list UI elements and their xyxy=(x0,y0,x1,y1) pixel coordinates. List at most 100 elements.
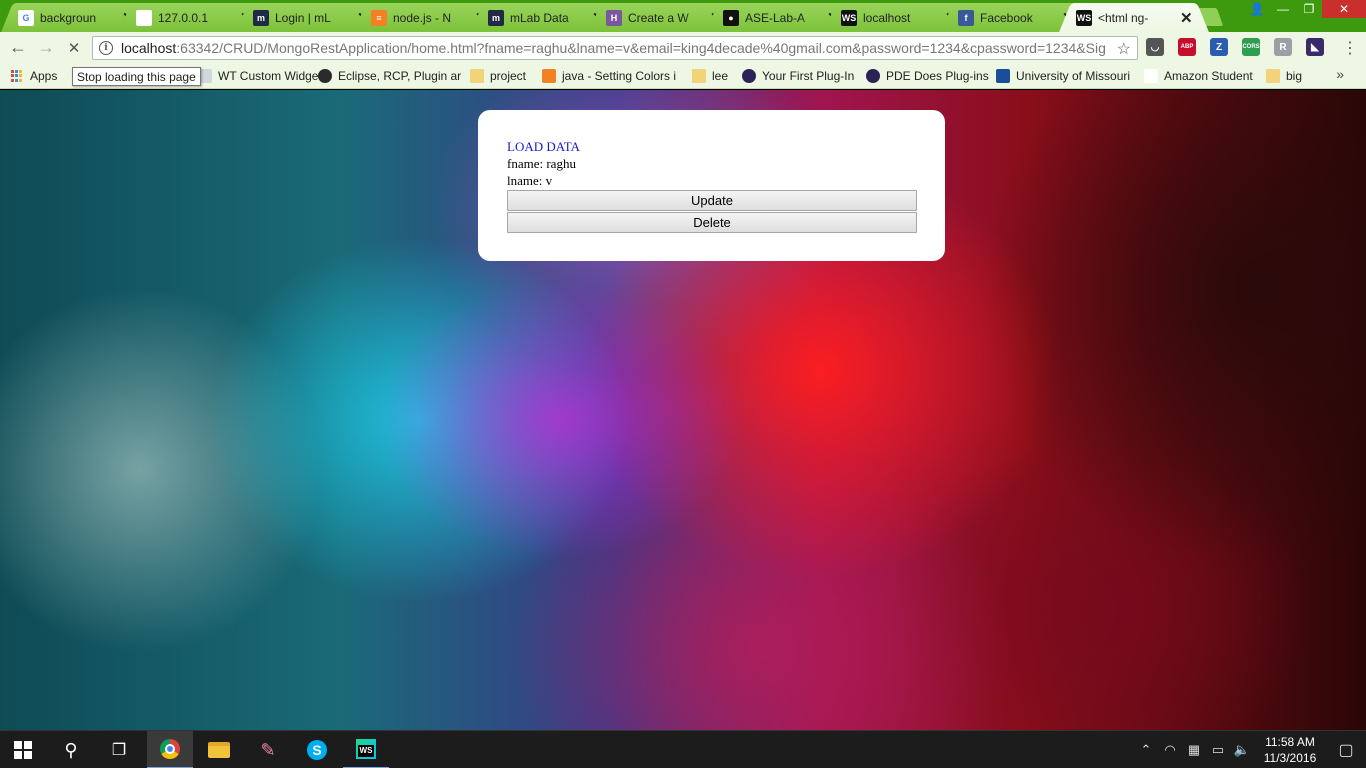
stop-loading-button[interactable]: ✕ xyxy=(60,34,88,62)
apps-grid-icon xyxy=(10,69,24,83)
tab-close-icon[interactable]: ✕ xyxy=(1180,9,1193,27)
zotero-icon[interactable]: Z xyxy=(1210,38,1228,56)
clock[interactable]: 11:58 AM 11/3/2016 xyxy=(1254,734,1326,766)
facebook-icon: f xyxy=(958,9,974,26)
webstorm-icon: WS xyxy=(356,739,376,759)
tab-title: ASE-Lab-A xyxy=(745,10,806,25)
bookmark-9[interactable]: Amazon Student xyxy=(1144,67,1253,85)
system-tray: ⌃ ◠ ▦ ▭ 🔈 11:58 AM 11/3/2016 ▢ xyxy=(1134,731,1366,768)
tab-title: Facebook xyxy=(980,10,1033,25)
address-bar[interactable]: i localhost:63342/CRUD/MongoRestApplicat… xyxy=(92,36,1138,60)
bookmarks-bar: Apps WT Custom Widgets Eclipse, RCP, Plugi… xyxy=(0,63,1366,89)
bookmark-label: Apps xyxy=(30,69,58,83)
bookmark-8[interactable]: University of Missouri xyxy=(996,67,1130,85)
minimize-button[interactable]: — xyxy=(1270,0,1296,18)
bookmark-4[interactable]: java - Setting Colors i xyxy=(542,67,676,85)
tab-strip: Gbackgroun✕ 127.0.0.1 ✕ m Login | mL ✕ ≡ node.j… xyxy=(0,0,1366,32)
window-controls: 👤 — ❐ ✕ xyxy=(1244,0,1366,20)
pocket-icon[interactable]: ◡ xyxy=(1146,38,1164,56)
folder-icon xyxy=(208,742,230,758)
chrome-menu-icon[interactable]: ⋮ xyxy=(1342,38,1358,58)
search-icon[interactable]: ⚲ xyxy=(48,731,94,768)
fname-text: fname: raghu xyxy=(507,156,576,171)
app-tray-icon[interactable]: ▦ xyxy=(1182,742,1206,758)
bookmark-label: project xyxy=(490,69,527,83)
url-text[interactable]: localhost:63342/CRUD/MongoRestApplicatio… xyxy=(121,40,1111,56)
paint-icon[interactable]: ✎ xyxy=(245,731,291,768)
tab-6[interactable]: ●ASE-Lab-A✕ xyxy=(719,3,843,32)
bookmark-6[interactable]: Your First Plug-In xyxy=(742,67,854,85)
tab-8[interactable]: fFacebook✕ xyxy=(954,3,1078,32)
notification-icon[interactable]: ▢ xyxy=(1326,731,1366,768)
tab-9[interactable]: WS <html ng- ✕ xyxy=(1071,3,1196,32)
bookmark-0[interactable]: Apps xyxy=(10,67,57,85)
bookmarks-overflow-button[interactable]: » xyxy=(1336,66,1344,82)
eclipse-icon xyxy=(318,69,332,83)
tab-4[interactable]: mmLab Data✕ xyxy=(484,3,608,32)
bookmark-3[interactable]: project xyxy=(470,67,526,85)
google-icon: G xyxy=(18,9,34,26)
tab-title: Create a W xyxy=(627,10,689,25)
bookmark-10[interactable]: big xyxy=(1266,67,1302,85)
taskbar-skype[interactable]: S xyxy=(294,731,340,768)
maximize-button[interactable]: ❐ xyxy=(1296,0,1322,18)
close-window-button[interactable]: ✕ xyxy=(1322,0,1366,18)
forward-button[interactable]: → xyxy=(32,34,60,62)
battery-icon[interactable]: ▭ xyxy=(1206,742,1230,758)
tooltip: Stop loading this page xyxy=(72,67,201,86)
data-card: LOAD DATA fname: raghu lname: v Update D… xyxy=(478,110,945,261)
so-icon xyxy=(542,69,556,83)
clock-time: 11:58 AM xyxy=(1265,735,1315,749)
tab-2[interactable]: mLogin | mL✕ xyxy=(249,3,373,32)
tab-title: localhost xyxy=(862,10,910,25)
tab-title: backgroun xyxy=(40,10,97,25)
bookmark-label: Your First Plug-In xyxy=(762,69,855,83)
info-icon[interactable]: i xyxy=(99,41,113,55)
umkc-icon xyxy=(996,69,1010,83)
cors-icon[interactable]: CORS xyxy=(1242,38,1260,56)
show-hidden-icons-icon[interactable]: ⌃ xyxy=(1134,742,1158,758)
bookmark-star-icon[interactable]: ☆ xyxy=(1117,39,1131,59)
tab-title: 127.0.0.1 xyxy=(157,10,208,25)
windows-icon xyxy=(14,741,32,759)
taskbar-chrome[interactable] xyxy=(147,731,193,768)
ext-icon[interactable]: R xyxy=(1274,38,1292,56)
bookmark-label: Eclipse, RCP, Plugin ar xyxy=(338,69,462,83)
chrome-icon xyxy=(160,739,180,759)
bookmark-label: big xyxy=(1286,69,1303,83)
bookmark-1[interactable]: WT Custom Widgets xyxy=(198,67,328,85)
volume-icon[interactable]: 🔈 xyxy=(1230,742,1254,758)
eclipse2-icon xyxy=(742,69,756,83)
bookmark-label: lee xyxy=(712,69,729,83)
profile-button[interactable]: 👤 xyxy=(1244,0,1270,18)
tab-title: <html ng- xyxy=(1097,10,1148,25)
back-button[interactable]: ← xyxy=(4,34,32,62)
clock-date: 11/3/2016 xyxy=(1263,751,1317,765)
bookmark-5[interactable]: lee xyxy=(692,67,728,85)
skype-icon: S xyxy=(307,740,327,760)
taskbar-file-explorer[interactable] xyxy=(196,731,242,768)
github-icon: ● xyxy=(723,9,739,26)
url-host: localhost xyxy=(121,40,177,56)
mlab-icon: m xyxy=(253,9,269,26)
update-button[interactable]: Update xyxy=(507,190,917,211)
bookmark-2[interactable]: Eclipse, RCP, Plugin ar xyxy=(318,67,461,85)
wifi-icon[interactable]: ◠ xyxy=(1158,742,1182,758)
heroku-icon: H xyxy=(605,9,622,26)
start-button[interactable] xyxy=(0,731,46,768)
taskbar-webstorm[interactable]: WS xyxy=(343,731,389,768)
folder-icon xyxy=(470,69,484,83)
delete-button[interactable]: Delete xyxy=(507,212,917,233)
bookmark-label: PDE Does Plug-ins xyxy=(886,69,989,83)
webstorm-icon: WS xyxy=(1075,9,1092,26)
tab-title: Login | mL xyxy=(275,10,331,25)
tab-0[interactable]: Gbackgroun✕ xyxy=(14,3,138,32)
folder-icon xyxy=(692,69,706,83)
adblock-icon[interactable]: ABP xyxy=(1178,38,1196,56)
bookmark-7[interactable]: PDE Does Plug-ins xyxy=(866,67,989,85)
load-data-link[interactable]: LOAD DATA xyxy=(507,138,917,155)
ext-icon-2[interactable]: ◣ xyxy=(1306,38,1324,56)
task-view-icon[interactable]: ❐ xyxy=(96,731,142,768)
lname-text: lname: v xyxy=(507,173,553,188)
bookmark-label: java - Setting Colors i xyxy=(562,69,677,83)
